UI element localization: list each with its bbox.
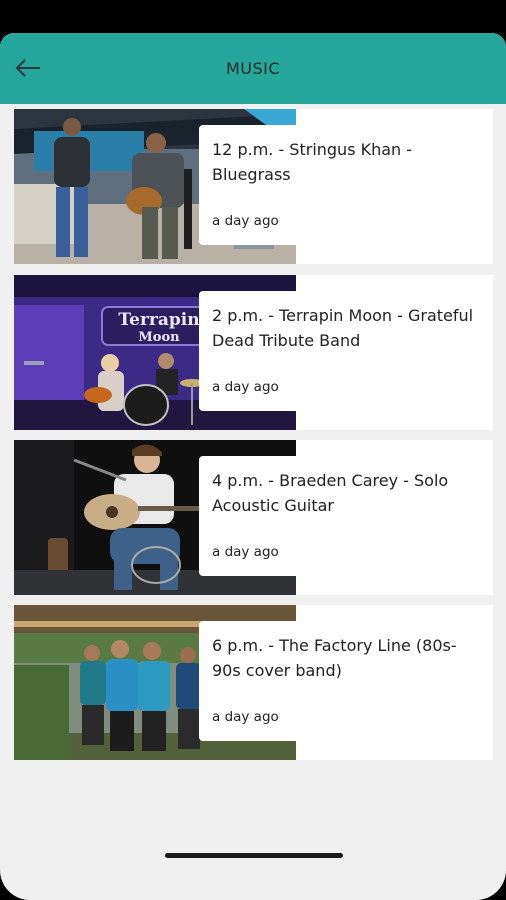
item-info: 12 p.m. - Stringus Khan - Bluegrass a da… bbox=[199, 125, 489, 245]
item-title: 12 p.m. - Stringus Khan - Bluegrass bbox=[212, 140, 413, 184]
item-timestamp: a day ago bbox=[212, 544, 279, 560]
item-info: 4 p.m. - Braeden Carey - Solo Acoustic G… bbox=[199, 456, 489, 576]
item-timestamp: a day ago bbox=[212, 213, 279, 229]
app-bar: MUSIC bbox=[0, 33, 506, 104]
list-item[interactable]: Terrapin Moon 2 p.m. - Terrapin Moon - G… bbox=[14, 275, 493, 430]
band-banner-text: Terrapin bbox=[118, 310, 199, 330]
item-title: 4 p.m. - Braeden Carey - Solo Acoustic G… bbox=[212, 471, 449, 515]
item-title: 6 p.m. - The Factory Line (80s-90s cover… bbox=[212, 636, 457, 680]
app-screen: MUSIC 12 p.m. - Stringus Khan - Bluegras… bbox=[0, 33, 506, 900]
item-info: 6 p.m. - The Factory Line (80s-90s cover… bbox=[199, 621, 489, 741]
item-timestamp: a day ago bbox=[212, 709, 279, 725]
home-indicator[interactable] bbox=[165, 853, 343, 858]
svg-text:Moon: Moon bbox=[138, 330, 180, 345]
page-title: MUSIC bbox=[225, 59, 281, 78]
item-title: 2 p.m. - Terrapin Moon - Grateful Dead T… bbox=[212, 306, 474, 350]
item-info: 2 p.m. - Terrapin Moon - Grateful Dead T… bbox=[199, 291, 489, 411]
list-item[interactable]: 6 p.m. - The Factory Line (80s-90s cover… bbox=[14, 605, 493, 760]
list-item[interactable]: 4 p.m. - Braeden Carey - Solo Acoustic G… bbox=[14, 440, 493, 595]
list-item[interactable]: 12 p.m. - Stringus Khan - Bluegrass a da… bbox=[14, 109, 493, 264]
item-timestamp: a day ago bbox=[212, 379, 279, 395]
